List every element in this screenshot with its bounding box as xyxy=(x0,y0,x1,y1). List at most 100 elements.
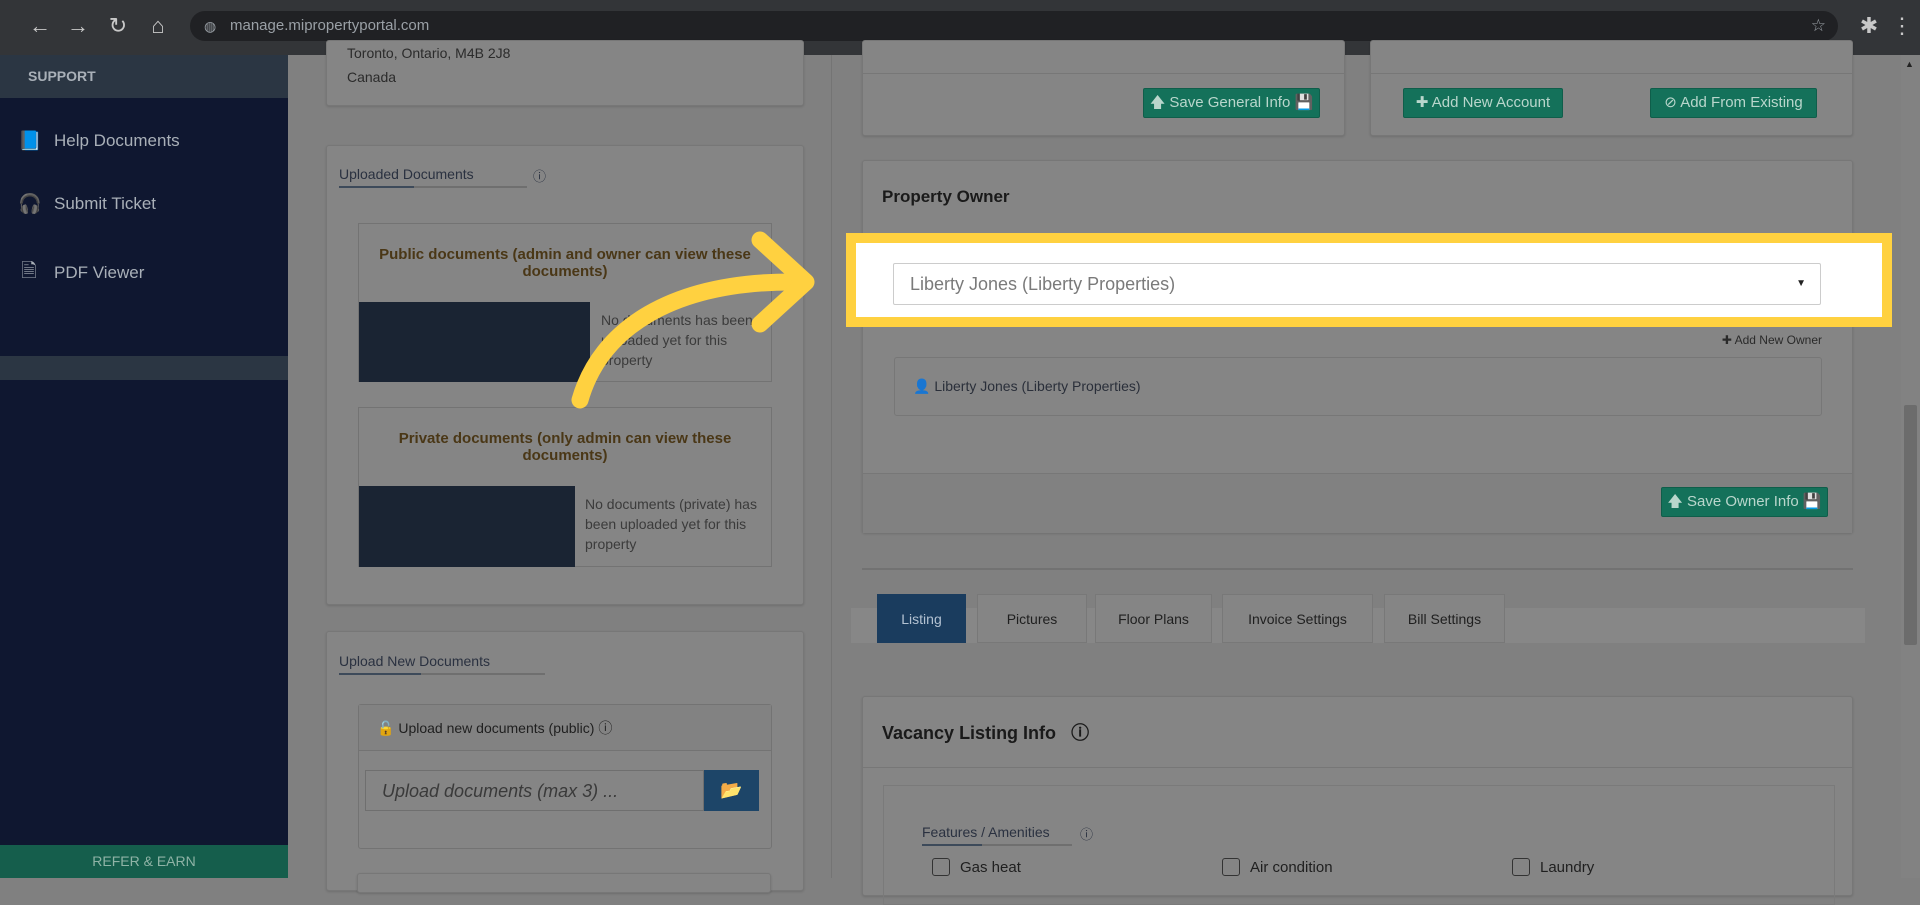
star-icon[interactable]: ☆ xyxy=(1811,11,1826,41)
sidebar-divider xyxy=(0,356,288,380)
feature-air-condition[interactable]: Air condition xyxy=(1222,858,1333,876)
back-icon[interactable]: ← xyxy=(26,12,54,40)
feature-gas-heat[interactable]: Gas heat xyxy=(932,858,1021,876)
info-icon[interactable]: ⓘ xyxy=(598,720,612,736)
checkbox[interactable] xyxy=(1222,858,1240,876)
address-bar[interactable]: ◍ manage.mipropertyportal.com ☆ xyxy=(190,11,1838,41)
menu-icon[interactable]: ⋮ xyxy=(1888,12,1916,40)
card-footer-divider xyxy=(863,73,1344,74)
home-icon[interactable]: ⌂ xyxy=(144,12,172,40)
sidebar-item-help-documents[interactable]: 📘 Help Documents xyxy=(18,129,180,153)
save-icon: 💾 xyxy=(1802,493,1822,510)
owner-select-value: Liberty Jones (Liberty Properties) xyxy=(910,274,1176,294)
property-owner-title: Property Owner xyxy=(882,187,1010,206)
info-icon[interactable]: ⓘ xyxy=(533,166,546,185)
add-new-owner-link[interactable]: ✚ Add New Owner xyxy=(1722,333,1822,347)
upload-public-box: 🔓 Upload new documents (public) ⓘ Upload… xyxy=(358,704,772,849)
document-thumbnail-placeholder xyxy=(359,486,575,567)
refer-earn-button[interactable]: REFER & EARN xyxy=(0,845,288,878)
headset-icon: 🎧 xyxy=(18,194,42,215)
save-icon: 💾 xyxy=(1294,94,1314,111)
button-label: Add From Existing xyxy=(1680,94,1803,111)
owner-list-item[interactable]: 👤 Liberty Jones (Liberty Properties) xyxy=(894,357,1822,416)
upload-private-box xyxy=(357,873,771,893)
sidebar-item-label: Submit Ticket xyxy=(54,194,157,213)
add-from-existing-button[interactable]: ⊘ Add From Existing xyxy=(1650,88,1817,118)
checkbox[interactable] xyxy=(932,858,950,876)
features-title: Features / Amenities xyxy=(922,824,1072,846)
address-country: Canada xyxy=(347,69,397,85)
tab-floor-plans[interactable]: Floor Plans xyxy=(1095,594,1212,643)
plus-icon: ✚ xyxy=(1721,333,1732,347)
sidebar-item-label: Help Documents xyxy=(54,131,180,150)
upload-documents-input[interactable]: Upload documents (max 3) ... xyxy=(365,770,704,811)
chevron-down-icon: ▼ xyxy=(1796,278,1806,289)
property-owner-card: Property Owner ✚ Add New Owner 👤 Liberty… xyxy=(862,160,1853,533)
scrollbar-thumb[interactable] xyxy=(1904,405,1917,645)
arrow-up-icon: 🡅 xyxy=(1149,94,1166,111)
user-icon: 👤 xyxy=(913,378,931,394)
extensions-icon[interactable]: ✱ xyxy=(1855,12,1883,40)
sidebar-item-submit-ticket[interactable]: 🎧 Submit Ticket xyxy=(18,192,156,216)
add-new-owner-label: Add New Owner xyxy=(1734,333,1822,347)
column-divider xyxy=(831,55,832,878)
globe-icon: ◍ xyxy=(204,18,217,34)
save-general-info-button[interactable]: 🡅 Save General Info 💾 xyxy=(1143,88,1320,118)
highlight-box: Liberty Jones (Liberty Properties) ▼ xyxy=(846,233,1892,327)
add-new-account-button[interactable]: ✚ Add New Account xyxy=(1403,88,1563,118)
private-documents-title: Private documents (only admin can view t… xyxy=(398,430,732,464)
tab-pictures[interactable]: Pictures xyxy=(977,594,1087,643)
tab-listing[interactable]: Listing xyxy=(877,594,966,643)
feature-label: Gas heat xyxy=(960,858,1021,876)
uploaded-documents-title: Uploaded Documents xyxy=(339,166,527,188)
browse-folder-button[interactable]: 📂 xyxy=(704,770,759,811)
plus-icon: ✚ xyxy=(1415,94,1429,111)
reload-icon[interactable]: ↻ xyxy=(104,12,132,40)
address-line: Toronto, Ontario, M4B 2J8 xyxy=(347,45,511,61)
scroll-up-icon[interactable]: ▲ xyxy=(1905,59,1914,69)
forward-icon[interactable]: → xyxy=(64,12,92,40)
features-box: Features / Amenities ⓘ Gas heat Air cond… xyxy=(883,785,1835,905)
button-label: Save Owner Info xyxy=(1687,493,1799,510)
section-divider xyxy=(862,568,1853,570)
private-documents-box: Private documents (only admin can view t… xyxy=(358,407,772,567)
upload-new-documents-card: Upload New Documents 🔓 Upload new docume… xyxy=(326,631,804,891)
owner-select[interactable]: Liberty Jones (Liberty Properties) ▼ xyxy=(893,263,1821,305)
button-label: Add New Account xyxy=(1431,94,1551,111)
feature-label: Laundry xyxy=(1540,858,1595,876)
owner-card-footer: 🡅 Save Owner Info 💾 xyxy=(863,473,1852,533)
sidebar: SUPPORT 📘 Help Documents 🎧 Submit Ticket 🗎… xyxy=(0,55,288,878)
private-empty-text: No documents (private) has been uploaded… xyxy=(585,496,757,552)
unlock-icon: 🔓 xyxy=(377,720,395,736)
sidebar-item-label: PDF Viewer xyxy=(54,263,145,282)
folder-open-icon: 📂 xyxy=(720,780,743,800)
owner-name: Liberty Jones (Liberty Properties) xyxy=(934,378,1141,394)
tab-bill-settings[interactable]: Bill Settings xyxy=(1384,594,1505,643)
info-icon[interactable]: ⓘ xyxy=(1080,824,1093,843)
feature-laundry[interactable]: Laundry xyxy=(1512,858,1594,876)
check-circle-icon: ⊘ xyxy=(1664,94,1677,111)
card-footer-divider xyxy=(1371,73,1852,74)
url-text: manage.mipropertyportal.com xyxy=(230,17,430,34)
sidebar-section-support: SUPPORT xyxy=(0,55,288,98)
annotation-arrow-icon xyxy=(571,231,815,409)
feature-label: Air condition xyxy=(1250,858,1333,876)
arrow-up-icon: 🡅 xyxy=(1667,493,1683,510)
page-scrollbar[interactable]: ▲ xyxy=(1901,55,1920,878)
accounts-card: ✚ Add New Account ⊘ Add From Existing xyxy=(1370,40,1853,136)
button-label: Save General Info xyxy=(1169,94,1291,111)
book-icon: 📘 xyxy=(18,131,42,152)
header-divider xyxy=(863,767,1852,768)
document-thumbnail-placeholder xyxy=(359,302,590,382)
upload-new-documents-title: Upload New Documents xyxy=(339,653,545,675)
tab-invoice-settings[interactable]: Invoice Settings xyxy=(1222,594,1373,643)
address-card: Toronto, Ontario, M4B 2J8 Canada xyxy=(326,40,804,106)
checkbox[interactable] xyxy=(1512,858,1530,876)
save-owner-info-button[interactable]: 🡅 Save Owner Info 💾 xyxy=(1661,487,1828,517)
vacancy-title: Vacancy Listing Info xyxy=(882,723,1057,743)
pdf-icon: 🗎 xyxy=(21,261,37,282)
vacancy-listing-card: Vacancy Listing Info ⓘ Features / Amenit… xyxy=(862,696,1853,905)
info-icon[interactable]: ⓘ xyxy=(1071,723,1089,743)
sidebar-item-pdf-viewer[interactable]: 🗎 PDF Viewer xyxy=(18,257,144,289)
vacancy-title-row: Vacancy Listing Info ⓘ xyxy=(882,719,1089,745)
